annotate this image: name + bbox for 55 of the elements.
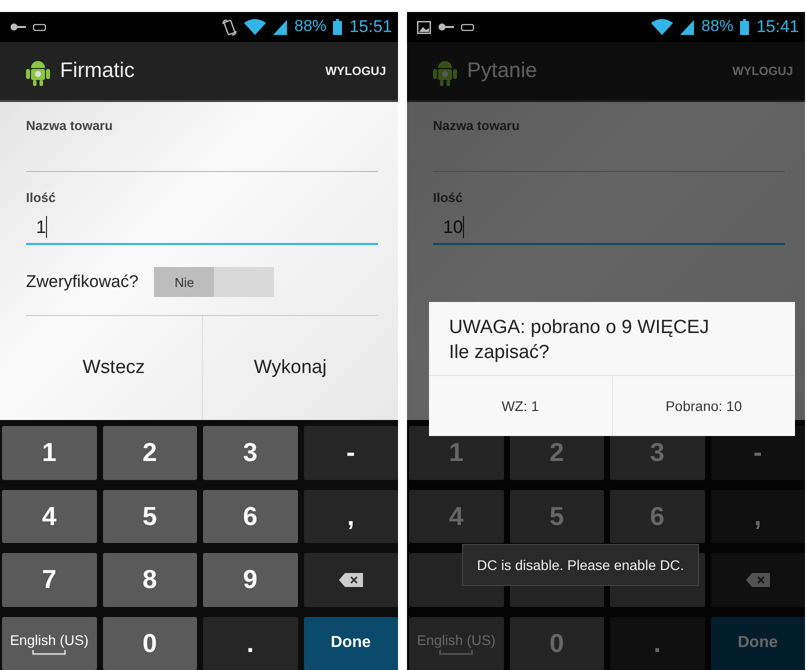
done-key[interactable]: Done [304,616,398,670]
dialog-message: UWAGA: pobrano o 9 WIĘCEJ Ile zapisać? [448,316,710,365]
toggle-label: Zweryfikować? [26,272,138,292]
phone-rotate-icon [222,18,238,36]
clock: 15:51 [349,17,392,37]
digit-key[interactable]: 8 [102,553,197,606]
digit-key[interactable]: 7 [2,553,96,606]
wifi-icon [651,19,674,35]
image-icon [417,20,431,34]
wifi-icon [244,19,266,35]
field-label: Nazwa towaru [26,118,114,133]
usb-icon [33,24,46,30]
battery-icon [740,19,750,35]
digit-key[interactable]: 9 [203,553,298,606]
toast-message: DC is disable. Please enable DC. [462,544,699,586]
field-label: Ilość [433,190,464,205]
symbol-key[interactable]: - [304,426,398,480]
text-field[interactable]: 1 [26,211,378,245]
app-title: Pytanie [467,59,538,83]
text-cursor [46,216,48,238]
symbol-key[interactable]: . [203,616,298,670]
digit-key[interactable]: 4 [2,490,96,543]
backspace-icon [746,572,770,587]
field-value: 10 [443,216,464,238]
action-button[interactable]: Wstecz [26,316,202,420]
digit-key[interactable]: 2 [102,426,197,480]
signal-icon [273,20,288,34]
logout-button[interactable]: WYLOGUJ [321,60,390,82]
digit-key[interactable]: 1 [2,426,96,480]
space-bar-icon [32,650,66,655]
digit-key[interactable]: 0 [102,616,197,670]
field-label: Nazwa towaru [433,118,521,133]
space-bar-icon [439,650,474,655]
backspace-icon [338,572,363,587]
field-value: 1 [36,216,46,238]
digit-key[interactable]: 6 [203,490,298,543]
language-key[interactable]: English (US) [2,616,96,670]
key-icon [438,23,454,31]
dialog-button[interactable]: Pobrano: 10 [612,376,795,436]
clock: 15:41 [756,17,799,37]
toggle-switch[interactable]: Nie [154,267,274,297]
usb-icon [461,24,474,30]
key-icon [10,23,26,31]
app-title: Firmatic [60,59,136,83]
text-cursor [463,216,464,238]
digit-key[interactable]: 3 [203,426,298,480]
toggle-thumb: Nie [154,267,214,297]
backspace-key[interactable] [304,553,398,606]
digit-key[interactable]: 5 [102,490,197,543]
battery-icon [333,19,342,35]
battery-percent: 88% [294,18,326,36]
field-label: Ilość [26,190,57,205]
battery-percent: 88% [701,18,734,36]
signal-icon [680,20,694,34]
symbol-key[interactable]: , [304,490,398,543]
